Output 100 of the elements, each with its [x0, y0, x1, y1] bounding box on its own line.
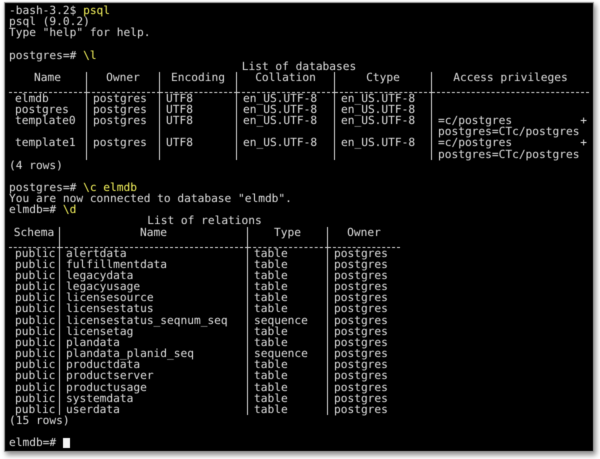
table-cell-text: plandata_planid_seq: [66, 348, 195, 360]
table-cell-text: postgres: [334, 326, 389, 337]
table-cell-text: public: [15, 348, 56, 360]
output-text: (15 rows): [9, 414, 70, 426]
table-cell-text: table: [254, 248, 289, 259]
table-cell-text: en_US.UTF-8: [341, 92, 416, 104]
table-cell-text: systemdata: [66, 392, 134, 404]
table-cell-text: postgres: [334, 258, 389, 270]
table-cell-text: postgres: [334, 248, 389, 259]
command-text: \l: [83, 50, 97, 61]
column-header: Owner: [106, 72, 140, 86]
table-cell-text: en_US.UTF-8: [341, 115, 416, 126]
output-text: (4 rows): [9, 160, 63, 171]
output-text: psql (9.0.2): [9, 16, 90, 28]
command-text: psql: [83, 5, 110, 16]
prompt-text: -bash-3.2$: [9, 5, 76, 16]
table-title: List of relations: [147, 215, 262, 227]
command-text: \c elmdb: [83, 182, 137, 194]
command-text: \d: [62, 204, 76, 216]
column-header: Name: [140, 226, 167, 241]
table-cell-text: table: [254, 392, 289, 404]
table-cell-text: public: [15, 370, 56, 382]
table-cell-text: table: [254, 281, 289, 292]
table-cell-text: postgres: [334, 382, 389, 393]
table-cell-text: public: [15, 326, 56, 337]
column-header: Ctype: [366, 72, 400, 86]
table-cell-text: legacydata: [66, 270, 134, 282]
column-header: Schema: [14, 226, 54, 241]
table-cell-text: public: [15, 336, 56, 348]
output-text: You are now connected to database "elmdb".: [9, 193, 292, 204]
table-cell-text: postgres: [334, 348, 389, 360]
table-cell-text: licensestatus: [66, 303, 155, 315]
table-cell-text: postgres: [93, 92, 148, 104]
table-cell-text: table: [254, 359, 288, 370]
table-cell: postgres=CTc/postgres: [438, 148, 580, 160]
column-header: Type: [274, 226, 301, 241]
table-cell-text: table: [254, 292, 289, 304]
table-cell-text: postgres: [334, 404, 389, 415]
table-cell-text: public: [15, 382, 56, 393]
table-cell-text: UTF8: [166, 104, 194, 116]
table-cell-text: table: [254, 270, 289, 282]
table-cell-text: en_US.UTF-8: [341, 104, 416, 116]
table-cell-text: postgres: [334, 270, 389, 282]
table-cell-text: sequence: [254, 348, 309, 360]
table-cell-text: postgres: [93, 137, 148, 149]
table-cell-text: public: [15, 258, 56, 270]
table-cell-text: sequence: [254, 314, 309, 326]
table-cell-text: postgres: [334, 359, 389, 370]
table-cell-text: en_US.UTF-8: [243, 137, 318, 149]
table-cell-text: table: [254, 258, 289, 270]
table-cell-text: public: [15, 248, 56, 259]
table-cell-text: userdata: [66, 404, 120, 415]
table-cell-text: postgres: [334, 370, 389, 382]
table-cell-text: table: [254, 336, 289, 348]
column-header: Encoding: [171, 72, 225, 86]
table-cell-text: alertdata: [66, 248, 127, 259]
table-cell-text: public: [15, 292, 56, 304]
table-cell-text: template0: [15, 115, 77, 126]
table-cell-text: fulfillmentdata: [66, 258, 168, 270]
table-cell-text: template1: [15, 137, 77, 149]
table-cell-text: postgres: [334, 336, 389, 348]
table-cell-text: postgres: [334, 303, 389, 315]
table-cell-text: postgres: [334, 392, 389, 404]
output-text: Type "help" for help.: [9, 27, 150, 38]
wrap-mark: +: [580, 115, 587, 126]
table-cell: =c/postgres: [438, 137, 512, 149]
table-cell-text: licensetag: [66, 326, 134, 337]
table-cell-text: en_US.UTF-8: [243, 104, 318, 116]
column-header: Access privileges: [453, 72, 568, 86]
table-cell: postgres=CTc/postgres: [438, 126, 580, 138]
table-title: List of databases: [242, 60, 356, 72]
table-cell-text: public: [15, 281, 56, 292]
table-cell-text: productusage: [66, 382, 147, 393]
table-cell-text: postgres: [334, 281, 389, 292]
table-cell-text: public: [15, 270, 56, 282]
table-cell-text: public: [15, 314, 56, 326]
table-cell-text: postgres: [93, 115, 148, 126]
table-cell-text: productserver: [66, 370, 155, 382]
table-cell-text: en_US.UTF-8: [243, 92, 318, 104]
table-cell-text: public: [15, 303, 56, 315]
table-cell-text: licensesource: [66, 292, 155, 304]
prompt-text: postgres=#: [9, 50, 76, 61]
column-header: Owner: [347, 226, 381, 241]
table-cell-text: UTF8: [166, 92, 194, 104]
table-cell-text: public: [15, 404, 56, 415]
table-cell-text: table: [254, 404, 289, 415]
table-cell: =c/postgres: [438, 115, 512, 126]
column-header: Collation: [255, 72, 316, 86]
text-cursor: [62, 438, 70, 448]
table-cell-text: plandata: [66, 336, 120, 348]
table-cell-text: table: [254, 303, 289, 315]
wrap-mark: +: [580, 137, 587, 149]
table-cell-text: postgres: [334, 314, 389, 326]
table-cell-text: postgres: [334, 292, 389, 304]
table-cell-text: UTF8: [166, 137, 194, 149]
table-cell-text: postgres: [93, 104, 148, 116]
table-cell-text: productdata: [66, 359, 140, 370]
table-cell-text: en_US.UTF-8: [341, 137, 416, 149]
prompt-text: postgres=#: [9, 182, 76, 194]
table-cell-text: table: [254, 382, 289, 393]
